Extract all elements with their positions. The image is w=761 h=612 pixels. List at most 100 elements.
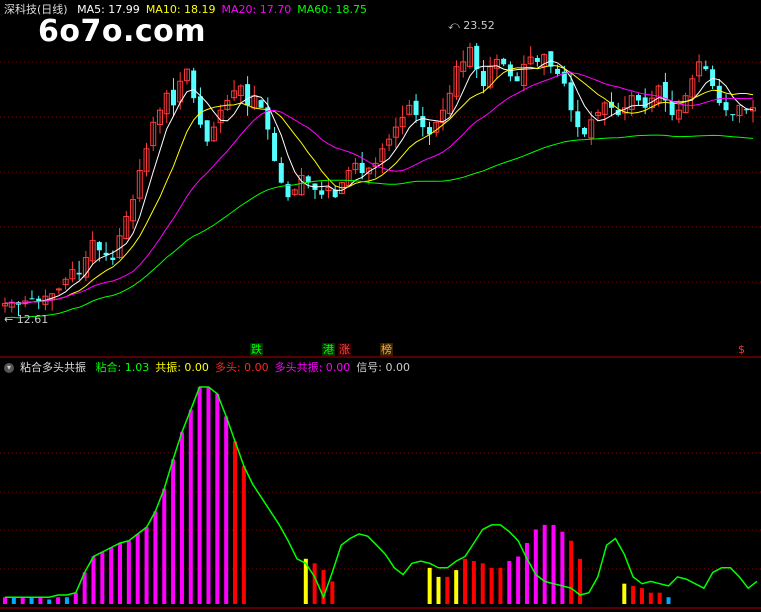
candle-body xyxy=(76,272,82,275)
osc-bar xyxy=(64,597,69,604)
kline-chart xyxy=(0,42,761,609)
osc-bar xyxy=(224,416,229,604)
candle-body xyxy=(170,89,176,106)
candle-body xyxy=(501,58,507,65)
osc-bar xyxy=(153,511,158,604)
candle-body xyxy=(555,68,561,74)
candle-body xyxy=(272,132,278,161)
osc-bar xyxy=(639,588,644,604)
watermark-logo: 6o7o.com xyxy=(38,14,207,49)
osc-bar xyxy=(524,542,529,604)
osc-bar xyxy=(657,592,662,604)
candle-body xyxy=(319,190,325,195)
candle-body xyxy=(258,100,264,108)
ma-legend-item: MA20: 17.70 xyxy=(221,3,292,16)
osc-bar xyxy=(188,409,193,604)
osc-bar xyxy=(179,432,184,604)
indicator-legend-item: 粘合: 1.03 xyxy=(95,361,150,374)
indicator-legend-item: 多头: 0.00 xyxy=(214,361,269,374)
osc-bar xyxy=(241,466,246,604)
osc-bar xyxy=(436,576,441,604)
osc-bar xyxy=(47,599,52,604)
candle-body xyxy=(480,71,486,87)
candle-body xyxy=(29,298,35,300)
candle-body xyxy=(413,100,419,116)
osc-bar xyxy=(471,561,476,604)
candle-body xyxy=(723,102,729,111)
candle-body xyxy=(55,288,62,291)
osc-bar xyxy=(454,570,459,604)
osc-bar xyxy=(312,563,317,604)
ma10-line xyxy=(4,64,754,304)
indicator-legend-item: 多头共振: 0.00 xyxy=(274,361,351,374)
candle-body xyxy=(582,127,588,135)
candle-body xyxy=(642,97,648,108)
candle-body xyxy=(710,69,716,87)
event-tag[interactable]: $ xyxy=(737,343,746,356)
ma-legend-item: MA60: 18.75 xyxy=(297,3,367,16)
candle-body xyxy=(278,163,284,183)
candle-body xyxy=(420,116,426,128)
candle-body xyxy=(245,84,251,106)
osc-bar xyxy=(11,597,16,604)
osc-bar xyxy=(516,556,521,604)
osc-bar xyxy=(197,387,202,604)
candle-body xyxy=(36,298,42,302)
osc-bar xyxy=(206,387,211,604)
osc-bar xyxy=(109,547,114,604)
candle-body xyxy=(575,111,581,128)
osc-bar xyxy=(171,459,176,604)
indicator-legend-item: 共振: 0.00 xyxy=(155,361,209,374)
indicator-legend-item: 信号: 0.00 xyxy=(356,361,411,374)
osc-bar xyxy=(578,558,583,604)
candle-body xyxy=(514,76,520,82)
event-tag[interactable]: 港 xyxy=(322,343,335,356)
osc-bar xyxy=(100,552,105,604)
osc-bar xyxy=(560,531,565,604)
osc-bar xyxy=(20,597,25,604)
osc-bar xyxy=(622,583,627,604)
indicator-legend: ▾ 粘合多头共振 粘合: 1.03 共振: 0.00 多头: 0.00 多头共振: 0.… xyxy=(4,361,422,375)
osc-bar xyxy=(162,488,167,604)
candle-body xyxy=(548,51,554,67)
osc-bar xyxy=(38,597,43,604)
osc-bar xyxy=(445,576,450,604)
osc-bar xyxy=(648,592,653,604)
osc-bar xyxy=(533,529,538,604)
osc-bar xyxy=(666,597,671,604)
osc-bar xyxy=(631,585,636,604)
indicator-name: 粘合多头共振 xyxy=(20,361,86,374)
osc-bar xyxy=(126,540,131,604)
osc-bar xyxy=(91,556,96,604)
osc-bar xyxy=(56,597,61,604)
candle-body xyxy=(730,114,736,116)
osc-bar xyxy=(135,533,140,604)
osc-bar xyxy=(144,527,149,604)
osc-bar xyxy=(463,558,468,604)
osc-bar xyxy=(542,524,547,604)
osc-bar xyxy=(29,597,34,604)
osc-bar xyxy=(498,567,503,604)
osc-bar xyxy=(233,441,238,604)
osc-bar xyxy=(551,524,556,604)
candle-body xyxy=(110,257,116,260)
osc-bar xyxy=(330,581,335,604)
osc-bar xyxy=(3,597,7,604)
candle-body xyxy=(359,162,365,173)
candle-body xyxy=(204,120,210,142)
event-tag[interactable]: 跌 xyxy=(250,343,263,356)
candle-body xyxy=(534,57,540,62)
osc-bar xyxy=(507,561,512,604)
low-price-label: ← 12.61 xyxy=(4,313,49,326)
candle-body xyxy=(191,70,197,99)
event-tag[interactable]: 榜 xyxy=(380,343,393,356)
osc-bar xyxy=(427,567,432,604)
candle-body xyxy=(568,82,574,111)
collapse-indicator-icon[interactable]: ▾ xyxy=(4,363,14,373)
candle-body xyxy=(635,95,641,101)
osc-bar xyxy=(489,567,494,604)
ma20-line xyxy=(4,72,754,304)
event-tag[interactable]: 涨 xyxy=(338,343,351,356)
osc-bar xyxy=(73,592,78,604)
osc-bar xyxy=(480,563,485,604)
